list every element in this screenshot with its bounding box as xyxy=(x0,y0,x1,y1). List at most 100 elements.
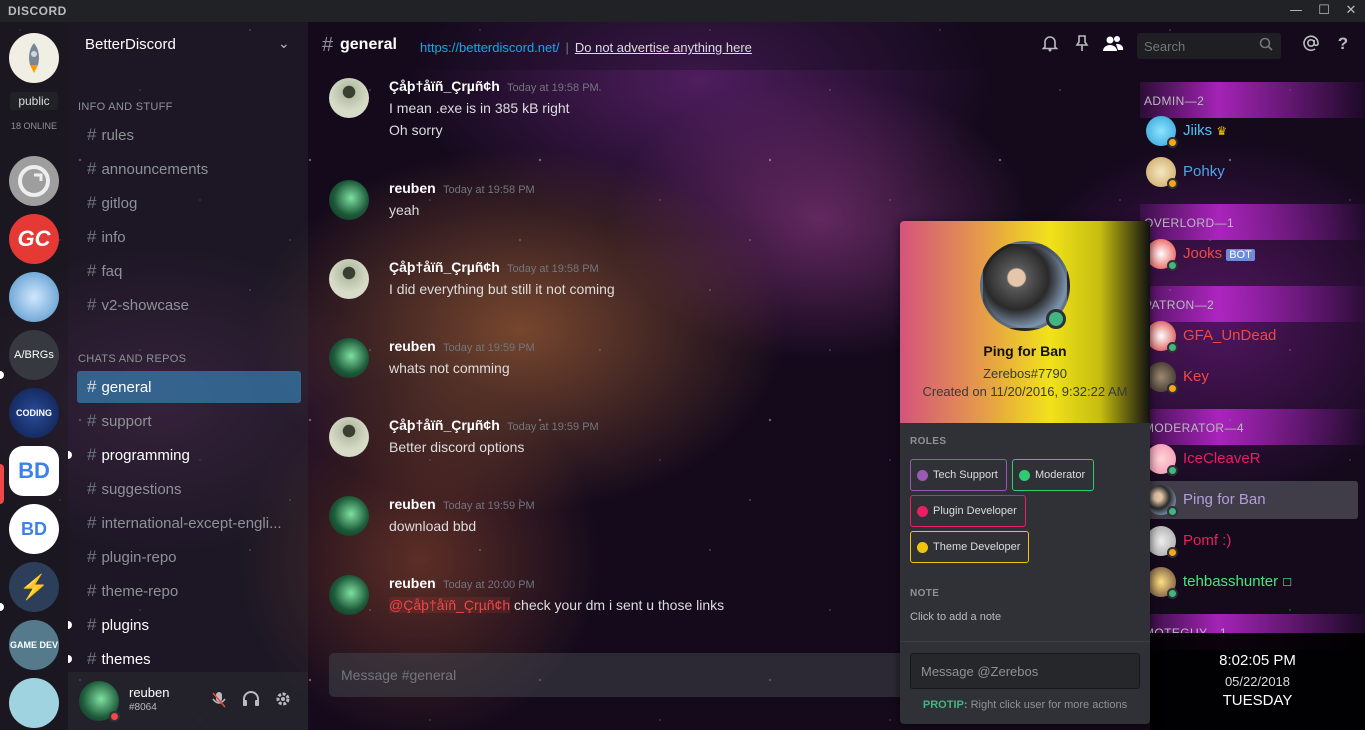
avatar[interactable] xyxy=(329,575,369,615)
channel-suggestions[interactable]: # suggestions xyxy=(77,473,301,505)
member-item[interactable]: Pohky xyxy=(1140,153,1358,191)
role-chip[interactable]: Moderator xyxy=(1012,459,1095,491)
avatar[interactable] xyxy=(329,180,369,220)
member-item[interactable]: Pomf :) xyxy=(1140,522,1358,560)
channel-gitlog[interactable]: # gitlog xyxy=(77,187,301,219)
guild-betterdiscord2-icon[interactable]: BD xyxy=(9,504,59,554)
channel-info[interactable]: # info xyxy=(77,221,301,253)
role-chip[interactable]: Plugin Developer xyxy=(910,495,1026,527)
direct-message-input[interactable] xyxy=(911,654,1139,688)
avatar[interactable] xyxy=(329,338,369,378)
role-color-icon xyxy=(917,505,928,517)
bell-icon[interactable] xyxy=(1039,34,1061,56)
channel-plugins[interactable]: # plugins xyxy=(68,609,301,641)
role-color-icon xyxy=(1019,469,1030,481)
member-item[interactable]: Jooks BOT xyxy=(1140,235,1358,273)
guild-gitgud-icon[interactable] xyxy=(9,156,59,206)
hash-icon: # xyxy=(87,445,97,464)
members-icon[interactable] xyxy=(1102,34,1124,56)
guild-add-icon[interactable] xyxy=(9,678,59,728)
role-chip[interactable]: Tech Support xyxy=(910,459,1007,491)
channel-rules[interactable]: # rules xyxy=(77,119,301,151)
avatar[interactable] xyxy=(329,78,369,118)
channel-announcements[interactable]: # announcements xyxy=(77,153,301,185)
minimize-button[interactable]: — xyxy=(1286,3,1306,18)
message-timestamp: Today at 19:59 PM xyxy=(443,342,535,354)
channel-programming[interactable]: # programming xyxy=(68,439,301,471)
channel-support[interactable]: # support xyxy=(77,405,301,437)
member-item[interactable]: IceCleaveR xyxy=(1140,440,1358,478)
channel-plugin-repo[interactable]: # plugin-repo xyxy=(77,541,301,573)
message-input[interactable] xyxy=(329,653,909,697)
server-name[interactable]: BetterDiscord xyxy=(85,36,176,53)
avatar[interactable] xyxy=(329,417,369,457)
message-author[interactable]: reuben xyxy=(389,180,436,196)
maximize-button[interactable]: ☐ xyxy=(1314,3,1334,18)
member-item[interactable]: Key xyxy=(1140,358,1358,396)
message-composer xyxy=(329,653,909,697)
message-author[interactable]: Çåþ†åïñ_Çrµñ¢h xyxy=(389,259,500,275)
hash-icon: # xyxy=(322,34,334,56)
status-online-icon xyxy=(1167,342,1178,353)
message-author[interactable]: reuben xyxy=(389,496,436,512)
guild-gc-icon[interactable]: GC xyxy=(9,214,59,264)
channel-v2-showcase[interactable]: # v2-showcase xyxy=(77,289,301,321)
avatar[interactable] xyxy=(329,259,369,299)
help-icon[interactable]: ? xyxy=(1332,34,1354,56)
topic-separator: | xyxy=(565,40,569,55)
user-mention[interactable]: @Çåþ†åïñ_Çrµñ¢h xyxy=(389,597,511,613)
mute-microphone-icon[interactable] xyxy=(209,691,229,711)
role-chip[interactable]: Theme Developer xyxy=(910,531,1030,563)
headphones-icon[interactable] xyxy=(241,691,261,711)
guild-ice-icon[interactable] xyxy=(9,272,59,322)
channel-theme-repo[interactable]: # theme-repo xyxy=(77,575,301,607)
popout-username: Ping for Ban xyxy=(983,343,1067,359)
guild-coding-icon[interactable]: CODING xyxy=(9,388,59,438)
member-item[interactable]: GFA_UnDead xyxy=(1140,317,1358,355)
message-timestamp: Today at 19:58 PM xyxy=(443,184,535,196)
note-title: NOTE xyxy=(910,588,940,599)
category-info[interactable]: INFO AND STUFF xyxy=(78,101,173,113)
hash-icon: # xyxy=(87,227,97,246)
member-name: tehbasshunter ☐ xyxy=(1183,573,1293,590)
clock-date: 05/22/2018 xyxy=(1224,674,1291,689)
guild-betterdiscord-icon[interactable]: BD xyxy=(9,446,59,496)
search-input[interactable] xyxy=(1137,33,1247,59)
popout-header: Ping for Ban Zerebos#7790 Created on 11/… xyxy=(900,221,1150,423)
close-button[interactable]: ✕ xyxy=(1341,3,1361,18)
avatar[interactable] xyxy=(329,496,369,536)
home-rocket-icon[interactable] xyxy=(9,33,59,83)
pin-icon[interactable] xyxy=(1071,34,1093,56)
search-icon[interactable] xyxy=(1259,37,1273,55)
member-item[interactable]: tehbasshunter ☐ xyxy=(1140,563,1358,601)
member-name: Key xyxy=(1183,368,1209,385)
channel-themes[interactable]: # themes xyxy=(68,643,301,675)
channel-general[interactable]: # general xyxy=(77,371,301,403)
message-author[interactable]: Çåþ†åïñ_Çrµñ¢h xyxy=(389,417,500,433)
topic-link[interactable]: https://betterdiscord.net/ xyxy=(420,40,559,55)
role-header: MODERATOR—4 xyxy=(1144,421,1244,435)
member-name: IceCleaveR xyxy=(1183,450,1261,467)
status-online-icon xyxy=(1167,588,1178,599)
channel-international[interactable]: # international-except-engli... xyxy=(77,507,301,539)
hash-icon: # xyxy=(87,377,97,396)
message-author[interactable]: Çåþ†åïñ_Çrµñ¢h xyxy=(389,78,500,94)
note-field[interactable]: Click to add a note xyxy=(910,611,1001,623)
chevron-down-icon[interactable]: ⌄ xyxy=(278,36,290,52)
guild-gamedev-icon[interactable]: GAME DEV xyxy=(9,620,59,670)
member-item[interactable]: Jiiks ♛ xyxy=(1140,112,1358,150)
channel-faq[interactable]: # faq xyxy=(77,255,301,287)
guild-abrgs-icon[interactable]: A/BRGs xyxy=(9,330,59,380)
roles-title: ROLES xyxy=(910,436,947,447)
gear-icon[interactable] xyxy=(273,691,293,711)
message-author[interactable]: reuben xyxy=(389,575,436,591)
mentions-icon[interactable] xyxy=(1300,34,1322,56)
member-name: Jooks BOT xyxy=(1183,245,1255,262)
popout-usertag: Zerebos#7790 xyxy=(983,366,1067,381)
divider xyxy=(900,641,1150,642)
server-list: public 18 ONLINE GC A/BRGs CODING BD BD … xyxy=(0,22,68,730)
member-item[interactable]: Ping for Ban xyxy=(1140,481,1358,519)
category-chats[interactable]: CHATS AND REPOS xyxy=(78,353,186,365)
guild-lightning-icon[interactable]: ⚡ xyxy=(9,562,59,612)
message-author[interactable]: reuben xyxy=(389,338,436,354)
